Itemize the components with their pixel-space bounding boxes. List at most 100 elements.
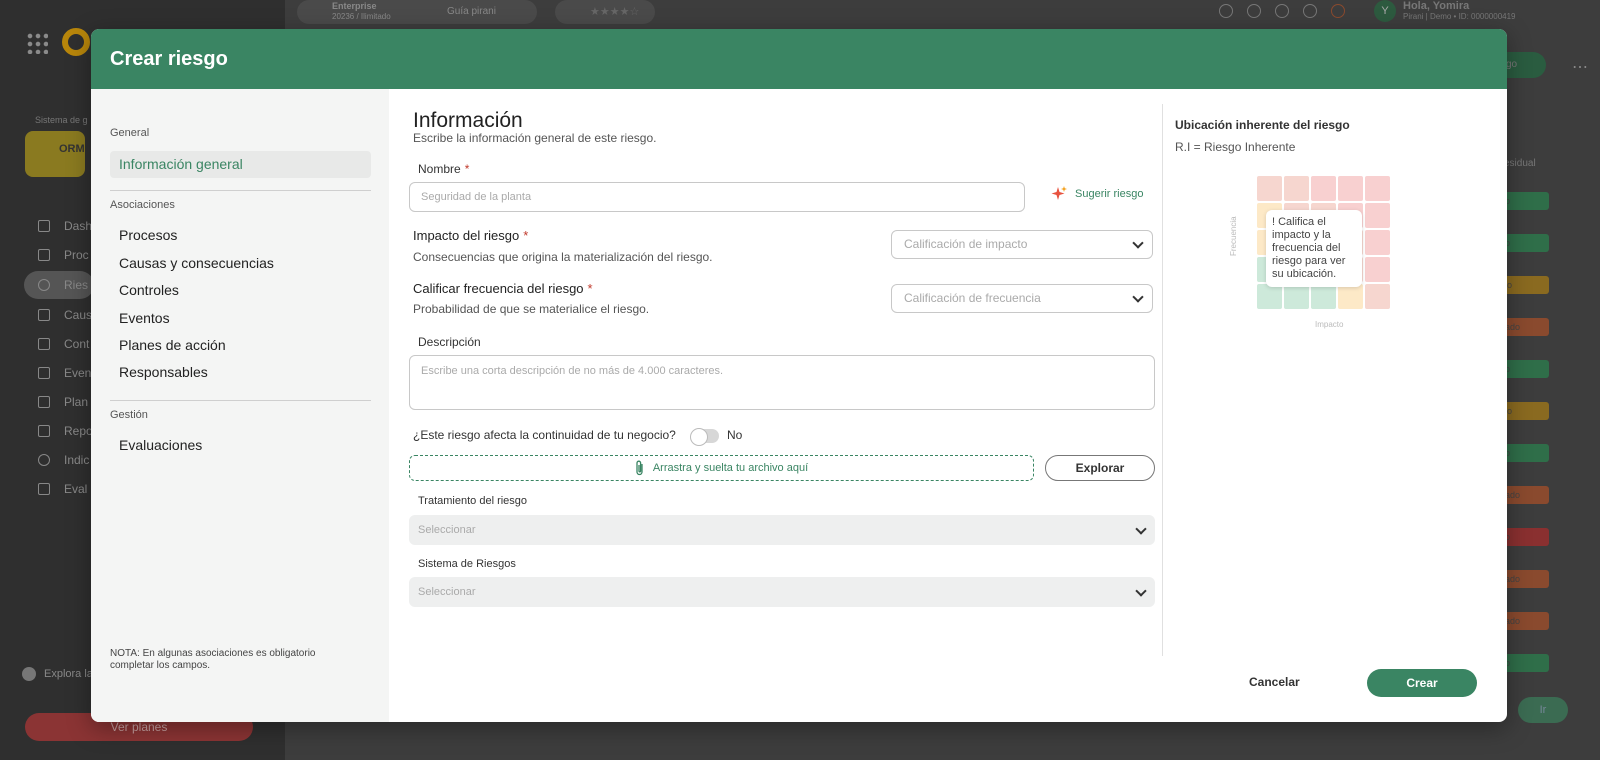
checklist-icon (38, 483, 50, 495)
form-subtitle: Escribe la información general de este r… (413, 131, 657, 145)
explore-link[interactable]: Explora la (22, 667, 93, 681)
heatmap-cell (1311, 176, 1336, 201)
alert-icon (38, 279, 50, 291)
nav-planes[interactable]: Plan (38, 395, 88, 409)
status-badge: ado (1501, 570, 1549, 588)
nav-controles[interactable]: Cont (38, 337, 89, 351)
nav-procesos[interactable]: Proc (38, 248, 89, 262)
plan-pill[interactable]: Enterprise 20236 / Ilimitado Guía pirani (297, 0, 537, 24)
gear-icon[interactable] (1303, 4, 1317, 18)
heatmap-cell (1257, 176, 1282, 201)
bell-icon[interactable] (1275, 4, 1289, 18)
divider (110, 190, 371, 191)
nav-eventos[interactable]: Eventos (110, 305, 371, 332)
cancel-button[interactable]: Cancelar (1249, 675, 1300, 689)
heatmap-cell (1338, 284, 1363, 309)
crosshair-icon (38, 454, 50, 466)
more-options-icon[interactable]: ⋯ (1572, 57, 1588, 77)
chart-icon (38, 425, 50, 437)
explorar-button[interactable]: Explorar (1045, 455, 1155, 481)
account-info: Pirani | Demo • ID: 0000000419 (1403, 12, 1516, 21)
heatmap-cell (1365, 230, 1390, 255)
stars-rating: ★★★★☆ (590, 6, 640, 18)
stack-icon (38, 309, 50, 321)
nav-causas[interactable]: Caus (38, 308, 92, 322)
descripcion-label: Descripción (418, 335, 481, 349)
descripcion-textarea[interactable]: Escribe una corta descripción de no más … (409, 355, 1155, 410)
status-badge: o (1501, 444, 1549, 462)
heatmap-tooltip: ! Califica el impacto y la frecuencia de… (1266, 210, 1362, 287)
nombre-input[interactable]: Seguridad de la planta (409, 182, 1025, 212)
status-badge: ado (1501, 486, 1549, 504)
guide-dropdown[interactable]: Guía pirani (447, 6, 496, 17)
nav-responsables[interactable]: Responsables (110, 359, 371, 386)
sistema-label: Sistema de Riesgos (418, 558, 516, 570)
chevron-down-icon (1135, 585, 1147, 597)
tratamiento-placeholder: Seleccionar (418, 524, 476, 536)
modal-section-nav: General Información general Asociaciones… (91, 89, 389, 722)
nav-riesgos[interactable]: Ries (24, 271, 94, 299)
frecuencia-select[interactable]: Calificación de frecuencia (891, 284, 1153, 313)
continuidad-toggle[interactable] (690, 428, 719, 446)
list-icon (38, 249, 50, 261)
impacto-select[interactable]: Calificación de impacto (891, 230, 1153, 259)
warning-icon (38, 367, 50, 379)
chevron-down-icon (1135, 523, 1147, 535)
divider (110, 400, 371, 401)
heatmap-cell (1365, 257, 1390, 282)
file-dropzone[interactable]: Arrastra y suelta tu archivo aquí (409, 455, 1034, 481)
tratamiento-select[interactable]: Seleccionar (409, 515, 1155, 545)
risk-form: Información Escribe la información gener… (389, 89, 1183, 669)
panel-divider (1162, 104, 1163, 656)
checkbox-icon (38, 396, 50, 408)
required-mark: * (587, 281, 593, 296)
create-risk-modal: Crear riesgo General Información general… (91, 29, 1507, 722)
status-badge: o (1501, 360, 1549, 378)
sparkle-icon[interactable] (1331, 4, 1345, 18)
sliders-icon (38, 338, 50, 350)
impacto-description: Consecuencias que origina la materializa… (413, 250, 713, 264)
nav-reportes[interactable]: Repo (38, 424, 93, 438)
nav-dashboard[interactable]: Dash (38, 219, 92, 233)
heatmap-cell (1311, 284, 1336, 309)
frecuencia-title: Calificar frecuencia del riesgo * (413, 281, 593, 296)
add-user-icon[interactable] (1219, 4, 1233, 18)
nav-controles[interactable]: Controles (110, 277, 371, 304)
nav-procesos[interactable]: Procesos (110, 222, 371, 249)
orm-module-card[interactable]: ORM (25, 131, 85, 177)
suggest-risk-label: Sugerir riesgo (1075, 188, 1144, 200)
greeting: Hola, Yomira (1403, 0, 1470, 12)
status-badge: ado (1501, 612, 1549, 630)
nav-planes-accion[interactable]: Planes de acción (110, 332, 371, 359)
sistema-select[interactable]: Seleccionar (409, 577, 1155, 607)
heatmap-cell (1257, 284, 1282, 309)
modal-header: Crear riesgo (91, 29, 1507, 89)
chevron-down-icon (1132, 291, 1144, 303)
nav-eventos[interactable]: Even (38, 366, 91, 380)
status-badge: o (1501, 654, 1549, 672)
nav-evaluaciones[interactable]: Evaluaciones (110, 432, 371, 459)
form-title: Información (413, 109, 523, 132)
suggest-risk-button[interactable]: Sugerir riesgo (1051, 186, 1143, 202)
heatmap-x-axis: Impacto (1315, 320, 1344, 329)
user-avatar[interactable]: Y (1374, 0, 1396, 22)
create-button[interactable]: Crear (1367, 669, 1477, 697)
go-button[interactable]: Ir (1518, 697, 1568, 723)
nav-evaluaciones[interactable]: Eval (38, 482, 87, 496)
tratamiento-label: Tratamiento del riesgo (418, 495, 528, 507)
section-label-gestion: Gestión (110, 409, 148, 421)
status-badge: o (1501, 192, 1549, 210)
nav-causas-consecuencias[interactable]: Causas y consecuencias (110, 250, 371, 277)
continuidad-value: No (727, 428, 743, 442)
apps-grid-icon[interactable] (26, 32, 48, 54)
nav-indicadores[interactable]: Indic (38, 453, 89, 467)
orm-label: ORM (59, 143, 85, 155)
status-badge: io (1501, 402, 1549, 420)
nav-informacion-general[interactable]: Información general (110, 151, 371, 178)
heatmap-y-axis: Frecuencia (1229, 216, 1238, 256)
help-icon[interactable] (1247, 4, 1261, 18)
app-logo (62, 28, 90, 56)
sparkle-icon (1051, 186, 1067, 200)
rating-pill: ★★★★☆ (555, 0, 655, 24)
frecuencia-placeholder: Calificación de frecuencia (904, 291, 1041, 305)
